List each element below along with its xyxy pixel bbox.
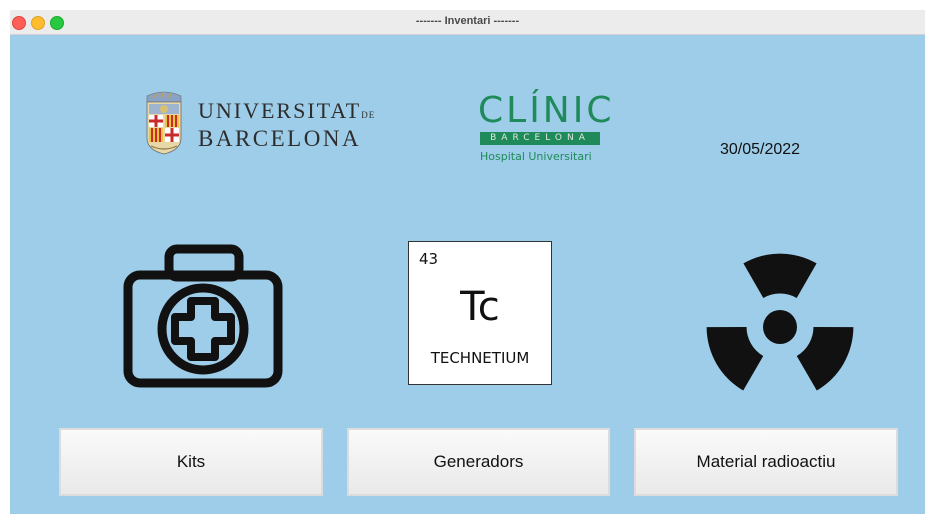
kits-button[interactable]: Kits <box>59 428 323 496</box>
hospital-city: BARCELONA <box>480 132 600 145</box>
element-symbol: Tc <box>460 284 500 330</box>
university-crest-icon <box>146 91 182 155</box>
current-date: 30/05/2022 <box>719 141 801 158</box>
first-aid-kit-icon <box>123 244 283 388</box>
element-name: TECHNETIUM <box>430 349 530 367</box>
hospital-logo: CLÍNIC BARCELONA Hospital Universitari <box>478 90 613 176</box>
hospital-subtitle: Hospital Universitari <box>480 150 592 163</box>
window-title: ------- Inventari ------- <box>415 15 520 27</box>
university-name-line2: BARCELONA <box>198 126 362 151</box>
radioactive-material-button[interactable]: Material radioactiu <box>634 428 898 496</box>
university-logo: UNIVERSITATDE BARCELONA <box>143 88 383 158</box>
university-name-line1: UNIVERSITATDE <box>198 98 376 123</box>
generators-button[interactable]: Generadors <box>347 428 610 496</box>
element-atomic-number: 43 <box>419 250 439 268</box>
technetium-element-icon: 43 Tc TECHNETIUM <box>408 241 552 385</box>
radiation-icon <box>706 253 854 391</box>
hospital-name: CLÍNIC <box>478 90 615 131</box>
title-bar: ------- Inventari ------- <box>10 10 925 35</box>
